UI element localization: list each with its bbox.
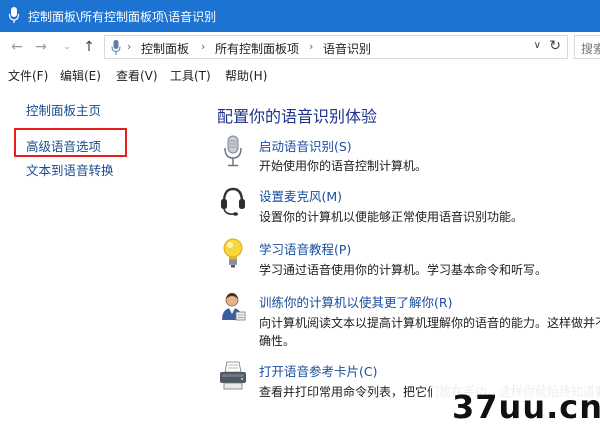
navigation-bar: ← → ⌄ ↑ › 控制面板 › 所有控制面板项 › 语音识别 ∨ ↻ 搜索: [0, 32, 600, 62]
task-desc: 设置你的计算机以便能够正常使用语音识别功能。: [259, 210, 524, 224]
task-take-speech-tutorial[interactable]: 学习语音教程(P): [259, 239, 351, 258]
address-bar[interactable]: › 控制面板 › 所有控制面板项 › 语音识别 ∨ ↻: [104, 35, 568, 59]
breadcrumb-speech-recognition[interactable]: 语音识别: [323, 40, 371, 57]
task-desc: 学习通过语音使用你的计算机。学习基本命令和听写。: [259, 263, 548, 277]
task-train-computer[interactable]: 训练你的计算机以使其更了解你(R): [259, 292, 452, 311]
microphone-icon: [224, 135, 242, 167]
task-open-speech-reference-card[interactable]: 打开语音参考卡片(C): [259, 361, 377, 380]
window-title: 控制面板\所有控制面板项\语音识别: [28, 10, 217, 24]
task-desc: 向计算机阅读文本以提高计算机理解你的语音的能力。这样做并不: [259, 316, 600, 330]
menu-tools[interactable]: 工具(T): [170, 67, 211, 84]
lightbulb-icon: [223, 238, 243, 268]
menu-view[interactable]: 查看(V): [116, 67, 158, 84]
task-set-up-microphone[interactable]: 设置麦克风(M): [259, 186, 342, 205]
sidebar-item-control-panel-home[interactable]: 控制面板主页: [26, 100, 101, 119]
task-desc: 开始使用你的语音控制计算机。: [259, 159, 428, 173]
task-desc-continued: 确性。: [259, 334, 296, 348]
breadcrumb-control-panel[interactable]: 控制面板: [141, 40, 189, 57]
breadcrumb-separator-icon: ›: [309, 40, 314, 53]
search-placeholder: 搜索: [581, 42, 600, 56]
menu-file[interactable]: 文件(F): [8, 67, 48, 84]
address-dropdown-icon[interactable]: ∨: [534, 40, 541, 51]
headset-icon: [221, 187, 245, 216]
menu-help[interactable]: 帮助(H): [225, 67, 267, 84]
microphone-icon: [8, 7, 20, 23]
user-train-icon: [222, 293, 246, 321]
title-bar: 控制面板\所有控制面板项\语音识别: [0, 0, 600, 32]
breadcrumb-all-items[interactable]: 所有控制面板项: [215, 40, 299, 57]
watermark: 37uu.cn: [432, 386, 600, 428]
forward-arrow-icon[interactable]: →: [32, 37, 50, 57]
printer-icon: [220, 361, 246, 390]
content-area: 控制面板主页 高级语音选项 文本到语音转换 配置你的语音识别体验 启动语音识别(…: [0, 86, 600, 428]
refresh-icon[interactable]: ↻: [549, 38, 561, 54]
menu-bar: 文件(F) 编辑(E) 查看(V) 工具(T) 帮助(H): [0, 62, 600, 86]
breadcrumb-separator-icon: ›: [127, 40, 132, 53]
watermark-text: 37uu.cn: [452, 388, 600, 426]
sidebar-item-advanced-speech-options[interactable]: 高级语音选项: [26, 136, 101, 155]
menu-edit[interactable]: 编辑(E): [60, 67, 101, 84]
sidebar-item-text-to-speech[interactable]: 文本到语音转换: [26, 160, 114, 179]
breadcrumb-separator-icon: ›: [201, 40, 206, 53]
back-arrow-icon[interactable]: ←: [8, 37, 26, 57]
search-input[interactable]: 搜索: [574, 35, 600, 59]
page-title: 配置你的语音识别体验: [217, 107, 378, 126]
up-arrow-icon[interactable]: ↑: [80, 37, 98, 57]
microphone-icon: [111, 40, 121, 55]
recent-chevron-down-icon[interactable]: ⌄: [58, 37, 76, 57]
task-start-speech-recognition[interactable]: 启动语音识别(S): [259, 136, 352, 155]
